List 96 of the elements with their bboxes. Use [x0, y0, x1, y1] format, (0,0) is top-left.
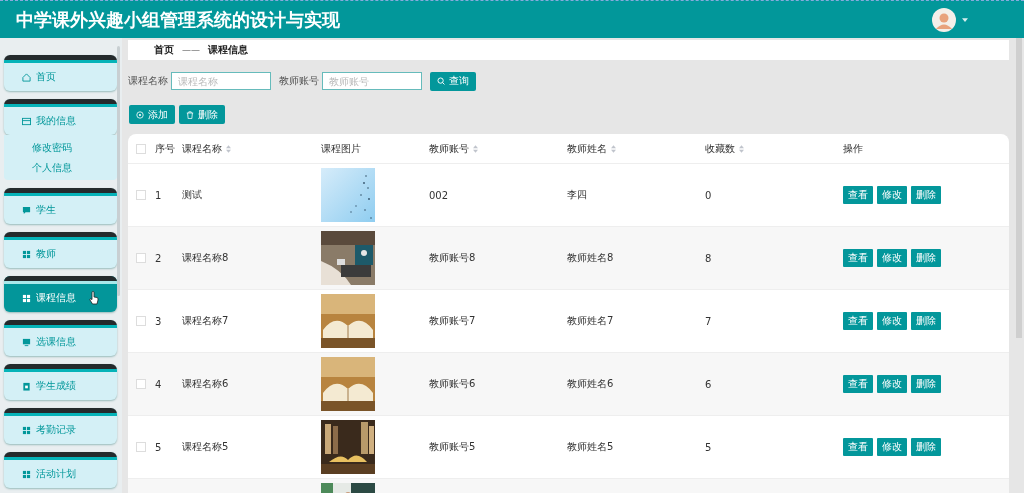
grid-icon [22, 293, 31, 303]
monitor-icon [22, 337, 31, 347]
search-icon [437, 77, 445, 85]
table-cell-text: 1 [155, 189, 163, 201]
menu-item[interactable]: 首页 [4, 55, 117, 91]
add-button[interactable]: 添加 [129, 105, 175, 124]
column-header: 课程图片 [321, 141, 362, 156]
trash-icon [186, 110, 194, 119]
row-action-button[interactable]: 删除 [911, 249, 941, 267]
home-icon [22, 72, 31, 82]
scrollbar[interactable] [117, 46, 120, 296]
table-cell-text: 测试 [182, 188, 203, 202]
row-checkbox[interactable] [136, 316, 146, 326]
table-cell-text: 课程名称5 [182, 440, 230, 454]
row-action-button[interactable]: 删除 [911, 375, 941, 393]
row-action-button[interactable]: 修改 [877, 375, 907, 393]
table-cell-text: 李四 [567, 188, 588, 202]
row-action-button[interactable]: 删除 [911, 186, 941, 204]
submenu-item[interactable]: 个人信息 [32, 161, 117, 175]
row-action-button[interactable]: 修改 [877, 438, 907, 456]
table-cell-text: 教师姓名8 [567, 251, 615, 265]
delete-button[interactable]: 删除 [179, 105, 225, 124]
caret-icon[interactable] [962, 17, 968, 22]
row-action-button[interactable]: 查看 [843, 438, 873, 456]
table-cell-text: 3 [155, 315, 163, 327]
menu-item[interactable]: 活动计划 [4, 452, 117, 488]
table-cell-text: 0 [705, 189, 713, 201]
menu-item[interactable]: 学生成绩 [4, 364, 117, 400]
clipboard-icon [22, 381, 31, 391]
table-cell-text: 教师姓名7 [567, 314, 615, 328]
table-cell-text: 5 [705, 441, 713, 453]
table-cell-text: 教师姓名5 [567, 440, 615, 454]
table-cell-text: 8 [705, 252, 713, 264]
scrollbar[interactable] [1016, 38, 1022, 338]
row-action-button[interactable]: 删除 [911, 438, 941, 456]
table-cell-text: 7 [705, 315, 713, 327]
menu-item[interactable]: 考勤记录 [4, 408, 117, 444]
row-action-button[interactable]: 删除 [911, 312, 941, 330]
menu-item[interactable]: 我的信息 [4, 99, 117, 135]
row-checkbox[interactable] [136, 253, 146, 263]
row-action-button[interactable]: 修改 [877, 186, 907, 204]
card-icon [22, 116, 31, 126]
breadcrumb-current: 课程信息 [208, 43, 248, 57]
submenu-item[interactable]: 修改密码 [32, 141, 117, 155]
row-action-button[interactable]: 查看 [843, 312, 873, 330]
app-title: 中学课外兴趣小组管理系统的设计与实现 [16, 7, 340, 32]
row-action-button[interactable]: 修改 [877, 249, 907, 267]
message-icon [22, 205, 31, 215]
search-field[interactable]: 教师账号 [322, 72, 422, 90]
menu-item[interactable]: 课程信息 [4, 276, 117, 312]
column-header: 操作 [843, 141, 864, 156]
search-button[interactable]: 查询 [430, 71, 476, 91]
sort-icon[interactable] [611, 144, 616, 153]
column-header[interactable]: 教师账号 [429, 141, 567, 156]
menu-item[interactable]: 选课信息 [4, 320, 117, 356]
hand-cursor-icon [89, 291, 99, 305]
field-label: 课程名称 [128, 74, 168, 88]
table-cell-text: 教师账号8 [429, 251, 477, 265]
table-cell-text: 5 [155, 441, 163, 453]
row-checkbox[interactable] [136, 379, 146, 389]
row-action-button[interactable]: 查看 [843, 186, 873, 204]
table-cell-text: 2 [155, 252, 163, 264]
table-cell-text: 课程名称8 [182, 251, 230, 265]
grid-icon [22, 469, 31, 479]
grid-icon [22, 249, 31, 259]
row-checkbox[interactable] [136, 190, 146, 200]
column-header[interactable]: 课程名称 [182, 141, 321, 156]
column-header[interactable]: 教师姓名 [567, 141, 705, 156]
sort-icon[interactable] [226, 144, 231, 153]
table-cell-text: 6 [705, 378, 713, 390]
table-cell-text: 教师姓名6 [567, 377, 615, 391]
table-cell-text: 教师账号7 [429, 314, 477, 328]
grid-icon [22, 425, 31, 435]
field-label: 教师账号 [279, 74, 319, 88]
breadcrumb-separator: —— [182, 45, 200, 55]
table-cell-text: 课程名称6 [182, 377, 230, 391]
avatar-icon[interactable] [932, 7, 956, 32]
sort-icon[interactable] [739, 144, 744, 153]
row-checkbox[interactable] [136, 442, 146, 452]
plus-circle-icon [136, 110, 144, 119]
table-cell-text: 课程名称7 [182, 314, 230, 328]
select-all-checkbox[interactable] [136, 143, 146, 154]
search-field[interactable]: 课程名称 [171, 72, 271, 90]
row-action-button[interactable]: 查看 [843, 375, 873, 393]
row-action-button[interactable]: 查看 [843, 249, 873, 267]
row-action-button[interactable]: 修改 [877, 312, 907, 330]
sort-icon[interactable] [473, 144, 478, 153]
menu-item[interactable]: 学生 [4, 188, 117, 224]
table-cell-text: 002 [429, 189, 450, 201]
breadcrumb-link[interactable]: 首页 [154, 43, 174, 57]
table-cell-text: 教师账号5 [429, 440, 477, 454]
table-cell-text: 4 [155, 378, 163, 390]
menu-item[interactable]: 教师 [4, 232, 117, 268]
column-header: 序号 [155, 141, 176, 156]
table-cell-text: 教师账号6 [429, 377, 477, 391]
column-header[interactable]: 收藏数 [705, 141, 843, 156]
